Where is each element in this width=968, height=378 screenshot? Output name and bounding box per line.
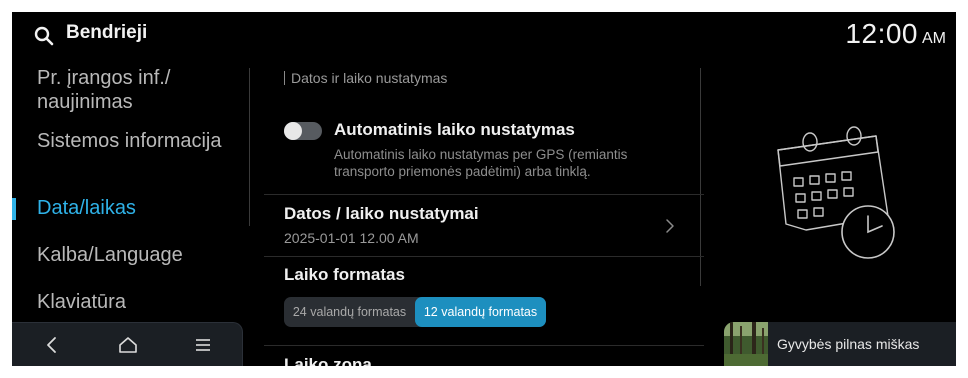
- datetime-settings-row[interactable]: Datos / laiko nustatymai 2025-01-01 12.0…: [264, 196, 704, 256]
- search-icon[interactable]: [34, 26, 54, 46]
- sidebar-item-system-info[interactable]: Sistemos informacija: [37, 129, 237, 153]
- sidebar-item-date-time[interactable]: Data/laikas: [37, 196, 136, 220]
- chevron-right-icon: [666, 219, 674, 233]
- clock-time: 12:00: [845, 18, 918, 49]
- home-icon[interactable]: [115, 333, 141, 357]
- media-title: Gyvybės pilnas miškas: [777, 336, 920, 352]
- bottom-nav: [12, 322, 243, 366]
- media-widget[interactable]: Gyvybės pilnas miškas: [724, 322, 956, 366]
- active-indicator: [12, 198, 16, 220]
- row-divider: [264, 256, 704, 257]
- datetime-settings-value: 2025-01-01 12.00 AM: [284, 230, 419, 246]
- datetime-settings-title: Datos / laiko nustatymai: [284, 204, 479, 223]
- auto-time-toggle[interactable]: [284, 122, 322, 140]
- time-format-selector: 24 valandų formatas 12 valandų formatas: [284, 297, 546, 327]
- time-zone-title[interactable]: Laiko zona: [284, 355, 372, 366]
- page-title: Bendrieji: [66, 22, 148, 43]
- menu-icon[interactable]: [190, 333, 216, 357]
- clock: 12:00 AM: [845, 18, 946, 50]
- sidebar-item-keyboard[interactable]: Klaviatūra: [37, 290, 126, 314]
- toggle-knob: [284, 122, 302, 140]
- sidebar-item-software-info[interactable]: Pr. įrangos inf./ naujinimas: [37, 66, 237, 114]
- section-label: Datos ir laiko nustatymas: [284, 70, 447, 86]
- section-marker: [284, 71, 285, 85]
- calendar-clock-illustration: [777, 126, 895, 259]
- row-divider: [264, 194, 704, 195]
- sidebar-divider: [249, 68, 250, 226]
- time-format-12h-option[interactable]: 12 valandų formatas: [415, 297, 546, 327]
- media-thumbnail: [724, 322, 768, 366]
- back-icon[interactable]: [39, 333, 65, 357]
- auto-time-description: Automatinis laiko nustatymas per GPS (re…: [334, 147, 628, 179]
- sidebar-item-language[interactable]: Kalba/Language: [37, 243, 183, 267]
- time-format-title: Laiko formatas: [284, 265, 405, 284]
- time-format-24h-option[interactable]: 24 valandų formatas: [284, 297, 415, 327]
- screen: Bendrieji 12:00 AM Pr. įrangos inf./ nauj…: [12, 12, 956, 366]
- auto-time-title[interactable]: Automatinis laiko nustatymas: [334, 120, 575, 140]
- section-label-text: Datos ir laiko nustatymas: [291, 70, 448, 86]
- row-divider: [264, 345, 704, 346]
- clock-ampm: AM: [922, 30, 946, 47]
